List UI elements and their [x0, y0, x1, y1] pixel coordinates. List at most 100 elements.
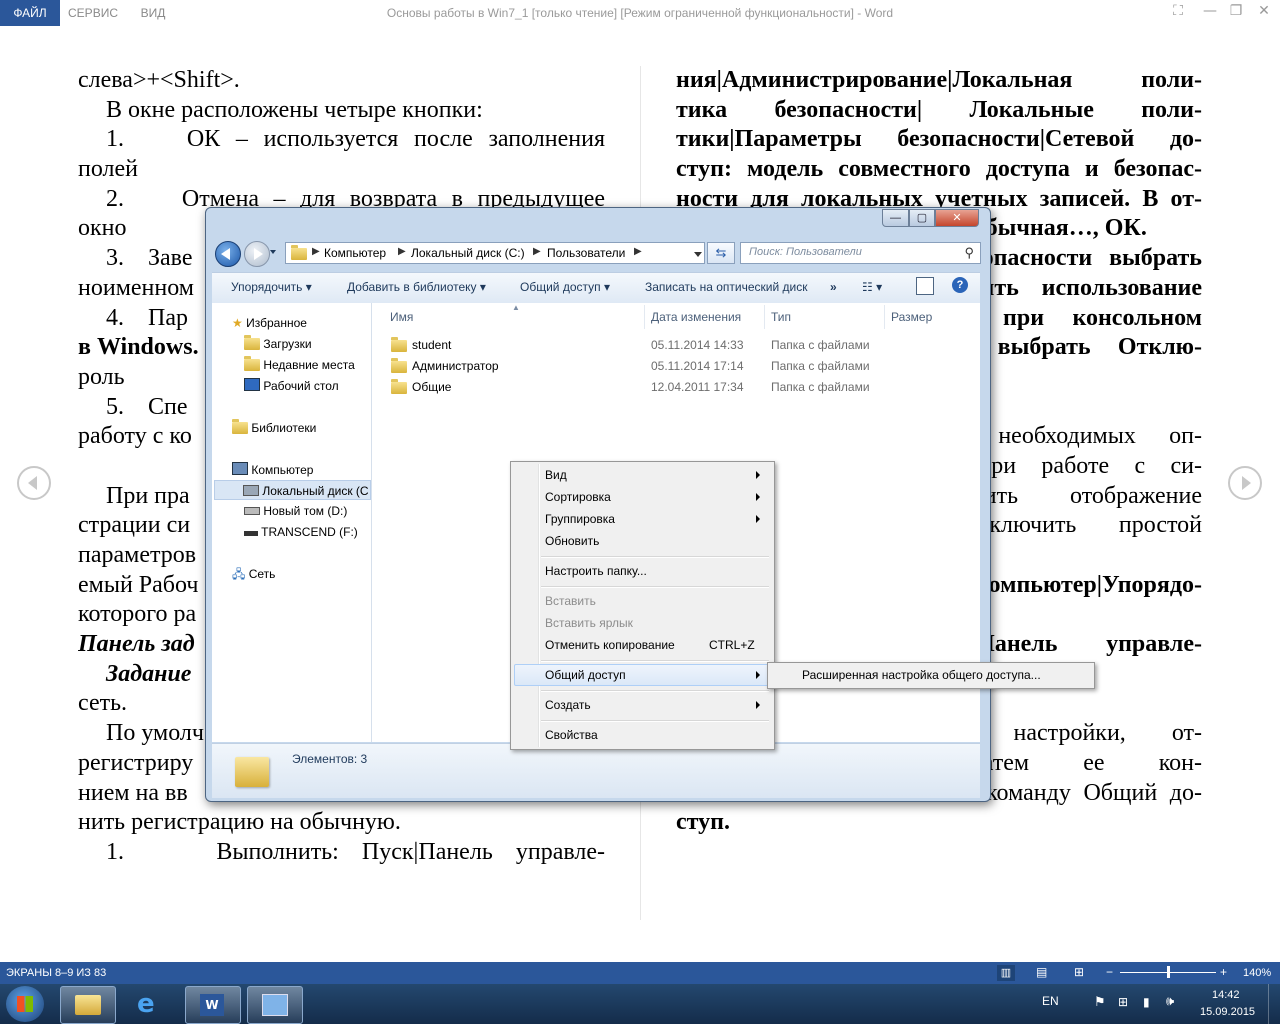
fullscreen-icon[interactable]: ⛶	[1170, 3, 1186, 19]
organize-button[interactable]: Упорядочить ▾	[231, 280, 312, 294]
explorer-maximize-button[interactable]: ▢	[909, 209, 935, 227]
menu-item-paste[interactable]: Вставить	[545, 590, 596, 612]
breadcrumb-users[interactable]: Пользователи	[547, 246, 625, 260]
file-date: 05.11.2014 14:33	[651, 338, 744, 352]
taskbar-word-button[interactable]: W	[185, 986, 241, 1024]
print-layout-icon[interactable]: ▤	[1036, 965, 1047, 979]
explorer-close-button[interactable]: ✕	[935, 209, 979, 227]
menu-item-create[interactable]: Создать	[545, 694, 591, 716]
tab-service[interactable]: СЕРВИС	[62, 0, 124, 26]
zoom-slider-thumb[interactable]	[1167, 966, 1170, 978]
input-language[interactable]: EN	[1042, 994, 1059, 1008]
volume-icon[interactable]: 🕪	[1166, 994, 1174, 1009]
view-options-icon[interactable]: ☷ ▾	[862, 280, 882, 294]
file-name: student	[412, 338, 452, 352]
zoom-in-icon[interactable]: +	[1220, 965, 1227, 979]
navigation-pane: ★ Избранное Загрузки Недавние места Рабо…	[212, 303, 372, 742]
menu-shortcut-ctrl-z: CTRL+Z	[709, 638, 755, 652]
menu-item-sort[interactable]: Сортировка	[545, 486, 611, 508]
taskbar-control-panel-button[interactable]	[247, 986, 303, 1024]
nav-downloads[interactable]: Загрузки	[244, 334, 312, 354]
menu-item-group[interactable]: Группировка	[545, 508, 615, 530]
nav-recent[interactable]: Недавние места	[244, 355, 355, 375]
command-bar: Упорядочить ▾ Добавить в библиотеку ▾ Об…	[212, 272, 980, 304]
folder-icon	[391, 358, 407, 373]
close-icon[interactable]: ✕	[1256, 3, 1272, 19]
menu-item-paste-shortcut[interactable]: Вставить ярлык	[545, 612, 633, 634]
forward-button[interactable]	[244, 241, 270, 267]
nav-transcend-f[interactable]: TRANSCEND (F:)	[244, 522, 358, 542]
file-name: Администратор	[412, 359, 499, 373]
explorer-minimize-button[interactable]: —	[882, 209, 909, 227]
taskbar-ie-button[interactable]: e	[123, 986, 177, 1022]
column-header-size[interactable]: Размер	[891, 310, 932, 324]
desktop-icon	[244, 378, 260, 391]
nav-new-volume-d[interactable]: Новый том (D:)	[244, 501, 347, 521]
context-menu: Вид Сортировка Группировка Обновить Наст…	[510, 461, 775, 750]
web-layout-icon[interactable]: ⊞	[1074, 965, 1084, 979]
address-bar[interactable]: ▶ Компьютер ▶ Локальный диск (C:) ▶ Поль…	[285, 242, 705, 264]
table-row[interactable]: Администратор 05.11.2014 17:14 Папка с ф…	[372, 356, 972, 377]
column-header-name[interactable]: Имя	[390, 310, 413, 324]
previous-page-arrow-icon[interactable]	[17, 466, 51, 500]
address-dropdown-icon[interactable]	[694, 252, 702, 257]
menu-item-view[interactable]: Вид	[545, 464, 567, 486]
tab-file[interactable]: ФАЙЛ	[0, 0, 60, 26]
menu-item-undo-copy[interactable]: Отменить копирование	[545, 634, 675, 656]
more-commands-icon[interactable]: »	[830, 280, 837, 294]
recent-places-icon	[244, 356, 260, 371]
add-to-library-button[interactable]: Добавить в библиотеку ▾	[347, 280, 486, 294]
zoom-slider[interactable]	[1120, 966, 1216, 978]
burn-button[interactable]: Записать на оптический диск	[645, 280, 808, 294]
nav-desktop[interactable]: Рабочий стол	[244, 376, 339, 396]
share-with-button[interactable]: Общий доступ ▾	[520, 280, 610, 294]
tab-view[interactable]: ВИД	[126, 0, 180, 26]
search-input[interactable]: Поиск: Пользователи ⚲	[740, 242, 981, 264]
nav-favorites[interactable]: ★ Избранное	[232, 313, 307, 333]
network-tray-icon[interactable]: ▮	[1143, 995, 1150, 1009]
windows-tray-icon[interactable]: ⊞	[1118, 995, 1128, 1009]
breadcrumb-separator-icon: ▶	[634, 246, 642, 257]
table-row[interactable]: student 05.11.2014 14:33 Папка с файлами	[372, 335, 972, 356]
table-row[interactable]: Общие 12.04.2011 17:34 Папка с файлами	[372, 377, 972, 398]
start-button[interactable]	[6, 986, 44, 1022]
nav-libraries[interactable]: Библиотеки	[232, 418, 316, 438]
next-page-arrow-icon[interactable]	[1228, 466, 1262, 500]
menu-item-refresh[interactable]: Обновить	[545, 530, 599, 552]
menu-item-advanced-sharing[interactable]: Расширенная настройка общего доступа...	[802, 664, 1041, 686]
menu-separator	[541, 690, 769, 692]
word-title-bar: ФАЙЛ СЕРВИС ВИД Основы работы в Win7_1 […	[0, 0, 1280, 26]
clock-time[interactable]: 14:42	[1212, 989, 1240, 1001]
refresh-button[interactable]: ⇆	[707, 242, 735, 264]
help-icon[interactable]: ?	[952, 277, 968, 293]
drive-icon	[244, 507, 260, 515]
column-header-type[interactable]: Тип	[771, 310, 791, 324]
zoom-out-icon[interactable]: −	[1106, 965, 1113, 979]
action-center-flag-icon[interactable]: ⚑	[1094, 995, 1106, 1010]
menu-item-customize-folder[interactable]: Настроить папку...	[545, 560, 647, 582]
nav-computer[interactable]: Компьютер	[232, 460, 313, 480]
preview-pane-icon[interactable]	[916, 277, 934, 295]
menu-item-properties[interactable]: Свойства	[545, 724, 598, 746]
nav-local-disk-c[interactable]: Локальный диск (C	[214, 480, 371, 500]
folder-icon	[291, 245, 307, 260]
read-mode-icon[interactable]: ▥	[997, 965, 1015, 981]
breadcrumb-computer[interactable]: Компьютер	[324, 246, 386, 260]
column-header-date[interactable]: Дата изменения	[651, 310, 741, 324]
nav-network[interactable]: 🖧 Сеть	[232, 564, 275, 584]
zoom-level[interactable]: 140%	[1243, 967, 1271, 979]
doc-line: полей	[78, 156, 138, 183]
clock-date[interactable]: 15.09.2015	[1200, 1006, 1255, 1018]
sort-up-icon: ▲	[512, 303, 520, 312]
minimize-icon[interactable]: —	[1202, 3, 1218, 19]
restore-icon[interactable]: ❐	[1228, 3, 1244, 19]
recent-pages-chevron-icon[interactable]	[270, 250, 276, 254]
menu-item-share[interactable]: Общий доступ	[545, 664, 626, 686]
taskbar-explorer-button[interactable]	[60, 986, 116, 1024]
breadcrumb-local-disk[interactable]: Локальный диск (C:)	[411, 246, 525, 260]
large-folder-icon	[235, 757, 269, 787]
submenu-arrow-icon	[756, 701, 760, 709]
control-panel-icon	[262, 994, 288, 1016]
back-button[interactable]	[215, 241, 241, 267]
show-desktop-button[interactable]	[1268, 984, 1280, 1024]
